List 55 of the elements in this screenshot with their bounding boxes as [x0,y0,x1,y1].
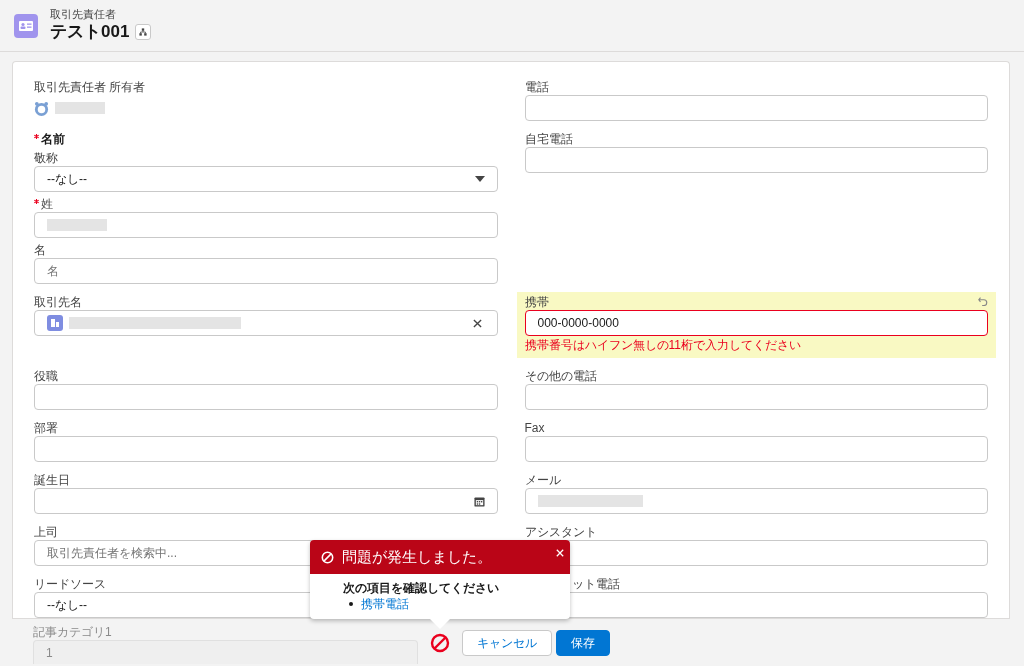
field-label: 自宅電話 [524,130,573,148]
bullet-icon [349,602,353,606]
field-label: 部署 [34,419,58,437]
contact-card-icon [14,13,38,38]
field-label: 役職 [34,367,58,385]
input-field[interactable] [34,212,498,238]
input-field[interactable] [34,384,498,410]
object-type-label: 取引先責任者 [50,8,117,21]
input-field[interactable] [524,488,988,514]
record-title: テスト001 [50,21,130,43]
field-label: 記事カテゴリ1 [33,623,112,641]
field-label: メール [524,471,561,489]
field-label: ット電話 [571,575,620,593]
calendar-icon[interactable] [473,495,485,507]
lookup-field[interactable] [34,310,498,336]
hierarchy-button[interactable] [135,24,152,40]
blurred-text [55,102,105,114]
field-label: 名 [34,241,46,259]
error-field-link[interactable]: 携帯電話 [361,596,409,612]
field-label: 携帯 [524,293,549,311]
field-label: 取引先名 [34,293,82,311]
select-field[interactable]: --なし-- [34,166,498,192]
avatar-icon [34,100,49,116]
date-field[interactable] [34,488,498,514]
building-icon [47,315,63,331]
input-field[interactable] [524,436,988,462]
close-icon[interactable] [556,549,564,557]
field-label: 敬称 [34,149,58,167]
input-field[interactable] [524,147,988,173]
field-label: Fax [524,419,545,437]
undo-icon[interactable] [978,296,988,306]
field-label: 名前 [41,130,65,148]
blocked-icon [321,550,334,564]
blocked-icon [430,632,450,653]
field-label: 姓 [41,195,53,213]
caret-icon [474,176,485,182]
field-label: リードソース [34,575,106,593]
field-label: 電話 [524,78,549,96]
field-label: 誕生日 [34,471,70,489]
input-field[interactable]: 名 [34,258,498,284]
input-field[interactable] [524,95,988,121]
input-field[interactable] [34,436,498,462]
clear-icon[interactable] [472,318,482,328]
field-label: 取引先責任者 所有者 [34,78,146,96]
hierarchy-icon [139,28,148,36]
field-label: 上司 [34,523,58,541]
cancel-button[interactable]: キャンセル [462,629,552,656]
input-field[interactable]: 000-0000-0000 [524,310,988,336]
input-field: 1 [33,640,418,664]
popover-title: 問題が発生しました。 [342,546,492,567]
error-message: 携帯番号はハイフン無しの11桁で入力してください [524,338,802,353]
field-label: アシスタント [524,523,597,541]
input-field[interactable] [524,384,988,410]
save-button[interactable]: 保存 [556,629,610,656]
field-label: その他の電話 [524,367,597,385]
